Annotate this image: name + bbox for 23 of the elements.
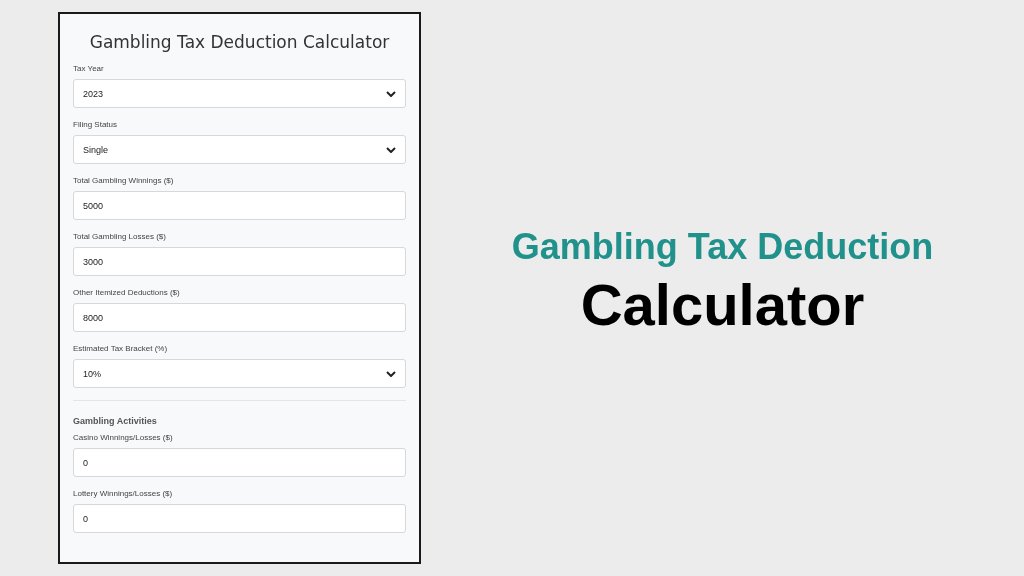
field-label: Lottery Winnings/Losses ($)	[73, 489, 174, 499]
dropdown[interactable]: 2023	[73, 79, 406, 108]
headline: Gambling Tax Deduction	[511, 225, 934, 269]
form-title: Gambling Tax Deduction Calculator	[88, 31, 391, 54]
field-label: Other Itemized Deductions ($)	[73, 288, 181, 298]
headline: Calculator	[580, 271, 865, 339]
input-field[interactable]: 8000	[73, 303, 406, 332]
field-label: Total Gambling Losses ($)	[73, 232, 167, 242]
dropdown[interactable]: 10%	[73, 359, 406, 388]
field-label: Total Gambling Winnings ($)	[73, 176, 175, 186]
dropdown[interactable]: Single	[73, 135, 406, 164]
input-field[interactable]: 3000	[73, 247, 406, 276]
input-field[interactable]: 0	[73, 504, 406, 533]
field-label: Tax Year	[73, 64, 105, 74]
field-label: Estimated Tax Bracket (%)	[73, 344, 169, 354]
input-field[interactable]: 5000	[73, 191, 406, 220]
section-heading: Gambling Activities	[73, 415, 158, 427]
field-label: Filing Status	[73, 120, 119, 130]
field-label: Casino Winnings/Losses ($)	[73, 433, 174, 443]
chevron-down-icon	[386, 146, 396, 153]
chevron-down-icon	[386, 370, 396, 377]
chevron-down-icon	[386, 90, 396, 97]
input-field[interactable]: 0	[73, 448, 406, 477]
